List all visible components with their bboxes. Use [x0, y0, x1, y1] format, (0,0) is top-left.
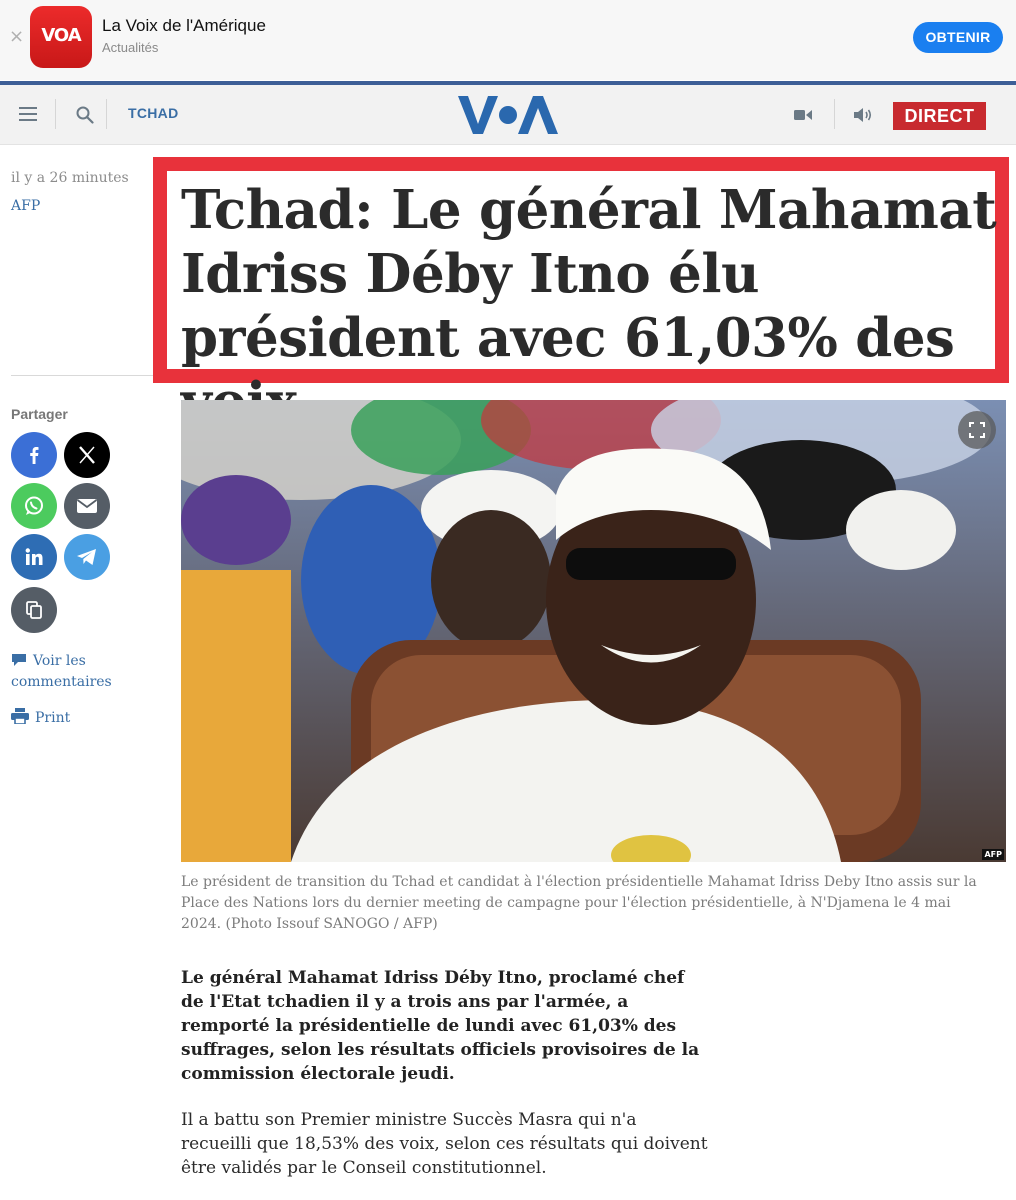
telegram-icon — [77, 549, 96, 565]
print-label: Print — [35, 710, 71, 726]
section-link-tchad[interactable]: TCHAD — [128, 105, 179, 121]
article-timestamp: il y a 26 minutes — [11, 170, 129, 186]
site-header: TCHAD DIRECT — [0, 85, 1016, 145]
fullscreen-button[interactable] — [958, 411, 996, 449]
print-link[interactable]: Print — [11, 708, 70, 729]
photo-caption: Le président de transition du Tchad et c… — [181, 874, 977, 932]
live-direct-button[interactable]: DIRECT — [893, 102, 986, 130]
share-facebook-button[interactable] — [11, 432, 57, 478]
app-category: Actualités — [102, 40, 159, 55]
expand-icon — [969, 422, 985, 438]
close-icon[interactable]: × — [9, 26, 24, 47]
header-divider — [834, 99, 835, 129]
share-linkedin-button[interactable] — [11, 534, 57, 580]
x-icon — [79, 446, 95, 464]
article-source-link[interactable]: AFP — [11, 198, 40, 214]
whatsapp-icon — [25, 496, 43, 515]
app-icon[interactable]: VOA — [30, 6, 92, 68]
search-icon[interactable] — [76, 106, 94, 124]
menu-icon[interactable] — [19, 107, 37, 121]
email-icon — [76, 499, 98, 513]
article-lead: Le général Mahamat Idriss Déby Itno, pro… — [181, 968, 700, 1084]
app-name: La Voix de l'Amérique — [102, 16, 266, 35]
share-whatsapp-button[interactable] — [11, 483, 57, 529]
header-divider — [106, 99, 107, 129]
header-divider — [55, 99, 56, 129]
headline-highlight-box: Tchad: Le général Mahamat Idriss Déby It… — [153, 157, 1009, 433]
get-app-button[interactable]: OBTENIR — [913, 22, 1003, 53]
facebook-icon — [30, 447, 39, 464]
share-email-button[interactable] — [64, 483, 110, 529]
photo-credit-tag: AFP — [982, 849, 1004, 860]
linkedin-icon — [25, 548, 43, 565]
print-icon — [11, 708, 29, 724]
article-photo[interactable]: AFP — [181, 400, 1006, 862]
share-telegram-button[interactable] — [64, 534, 110, 580]
comment-icon — [12, 654, 26, 666]
voa-logo[interactable] — [458, 94, 558, 136]
photo-illustration — [181, 400, 1006, 862]
article-headline: Tchad: Le général Mahamat Idriss Déby It… — [181, 179, 997, 433]
view-comments-link[interactable]: Voir les commentaires — [11, 651, 131, 693]
share-label: Partager — [11, 406, 68, 422]
audio-speaker-icon[interactable] — [854, 107, 874, 123]
meta-divider — [11, 375, 153, 376]
app-icon-label: VOA — [41, 25, 81, 46]
article-paragraph: Il a battu son Premier ministre Succès M… — [181, 1110, 708, 1178]
app-install-banner: × VOA La Voix de l'Amérique Actualités O… — [0, 0, 1016, 80]
copy-icon — [26, 601, 42, 619]
copy-link-button[interactable] — [11, 587, 57, 633]
video-camera-icon[interactable] — [794, 108, 812, 122]
share-x-button[interactable] — [64, 432, 110, 478]
